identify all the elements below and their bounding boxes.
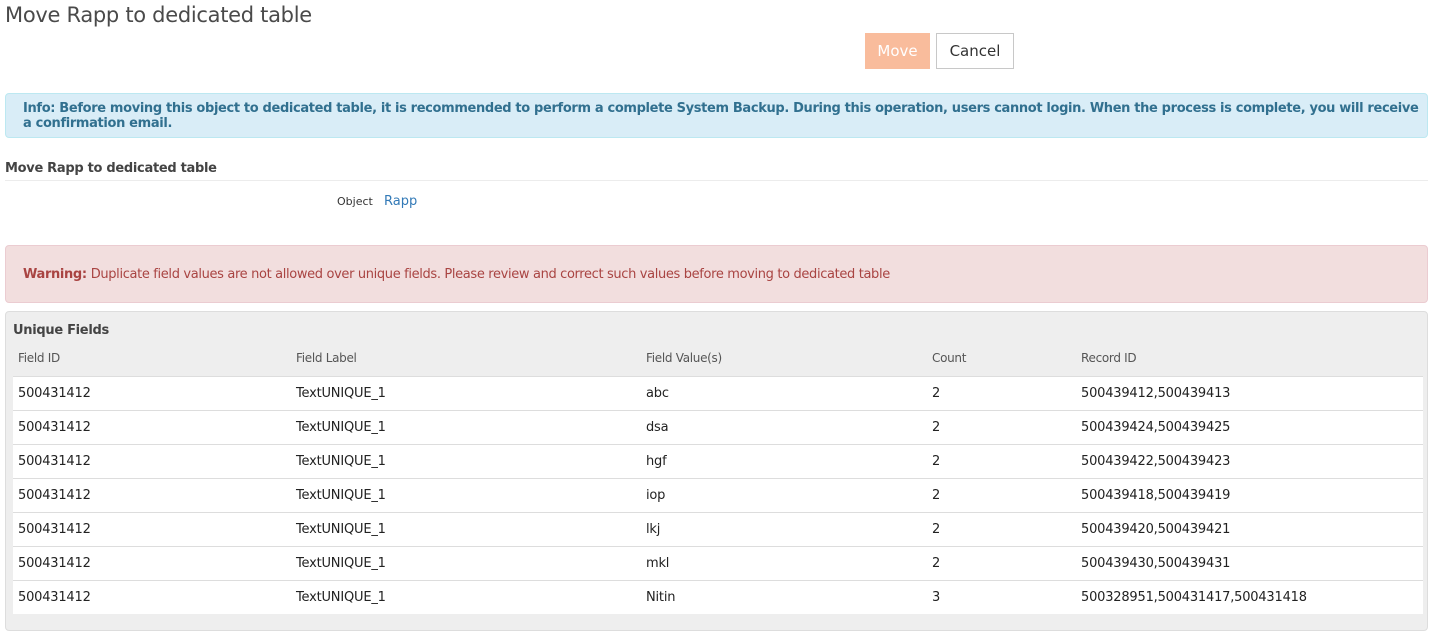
column-header-field-id: Field ID [18,351,60,365]
info-alert: Info: Before moving this object to dedic… [5,93,1428,138]
table-row: 500431412 TextUNIQUE_1 mkl 2 500439430,5… [13,546,1423,580]
cell-field-value: dsa [646,420,669,435]
cell-record-id: 500439422,500439423 [1081,454,1231,469]
table-row: 500431412 TextUNIQUE_1 Nitin 3 500328951… [13,580,1423,614]
cell-count: 2 [932,522,941,537]
column-header-record-id: Record ID [1081,351,1137,365]
cell-field-label: TextUNIQUE_1 [296,590,386,605]
table-row: 500431412 TextUNIQUE_1 abc 2 500439412,5… [13,376,1423,410]
column-header-count: Count [932,351,967,365]
column-header-field-label: Field Label [296,351,357,365]
cell-field-id: 500431412 [18,420,91,435]
cell-record-id: 500439430,500439431 [1081,556,1231,571]
cell-count: 2 [932,454,941,469]
table-row: 500431412 TextUNIQUE_1 lkj 2 500439420,5… [13,512,1423,546]
warning-label: Warning: [23,266,87,282]
move-button[interactable]: Move [865,33,930,69]
cell-field-label: TextUNIQUE_1 [296,488,386,503]
cell-field-label: TextUNIQUE_1 [296,454,386,469]
warning-text: Duplicate field values are not allowed o… [90,266,890,282]
cell-field-label: TextUNIQUE_1 [296,522,386,537]
cell-count: 2 [932,386,941,401]
unique-fields-panel: Unique Fields Field ID Field Label Field… [5,311,1428,631]
cell-count: 2 [932,420,941,435]
cancel-button[interactable]: Cancel [936,33,1014,69]
cell-field-label: TextUNIQUE_1 [296,556,386,571]
cell-field-id: 500431412 [18,488,91,503]
cell-field-value: abc [646,386,669,401]
page-title: Move Rapp to dedicated table [5,3,312,27]
table-body: 500431412 TextUNIQUE_1 abc 2 500439412,5… [13,376,1423,614]
column-header-field-values: Field Value(s) [646,351,722,365]
warning-alert: Warning: Duplicate field values are not … [5,245,1428,303]
cell-field-value: mkl [646,556,670,571]
table-row: 500431412 TextUNIQUE_1 iop 2 500439418,5… [13,478,1423,512]
cell-field-id: 500431412 [18,386,91,401]
cell-field-id: 500431412 [18,454,91,469]
cell-count: 2 [932,556,941,571]
cell-field-value: iop [646,488,666,503]
cell-record-id: 500439424,500439425 [1081,420,1231,435]
cell-count: 2 [932,488,941,503]
cell-field-label: TextUNIQUE_1 [296,386,386,401]
cell-record-id: 500439420,500439421 [1081,522,1231,537]
object-label: Object [337,195,373,208]
cell-field-value: hgf [646,454,667,469]
unique-fields-title: Unique Fields [13,323,109,338]
object-value-link[interactable]: Rapp [384,194,417,209]
section-divider [5,180,1428,181]
cell-field-id: 500431412 [18,556,91,571]
cell-field-id: 500431412 [18,522,91,537]
cell-field-id: 500431412 [18,590,91,605]
cell-record-id: 500439418,500439419 [1081,488,1231,503]
table-row: 500431412 TextUNIQUE_1 dsa 2 500439424,5… [13,410,1423,444]
cell-record-id: 500328951,500431417,500431418 [1081,590,1307,605]
info-alert-text: Info: Before moving this object to dedic… [23,100,1419,131]
cell-record-id: 500439412,500439413 [1081,386,1231,401]
cell-count: 3 [932,590,941,605]
section-title: Move Rapp to dedicated table [5,161,217,176]
table-header: Field ID Field Label Field Value(s) Coun… [13,351,1423,377]
cell-field-value: Nitin [646,590,676,605]
cell-field-label: TextUNIQUE_1 [296,420,386,435]
cell-field-value: lkj [646,522,661,537]
table-row: 500431412 TextUNIQUE_1 hgf 2 500439422,5… [13,444,1423,478]
